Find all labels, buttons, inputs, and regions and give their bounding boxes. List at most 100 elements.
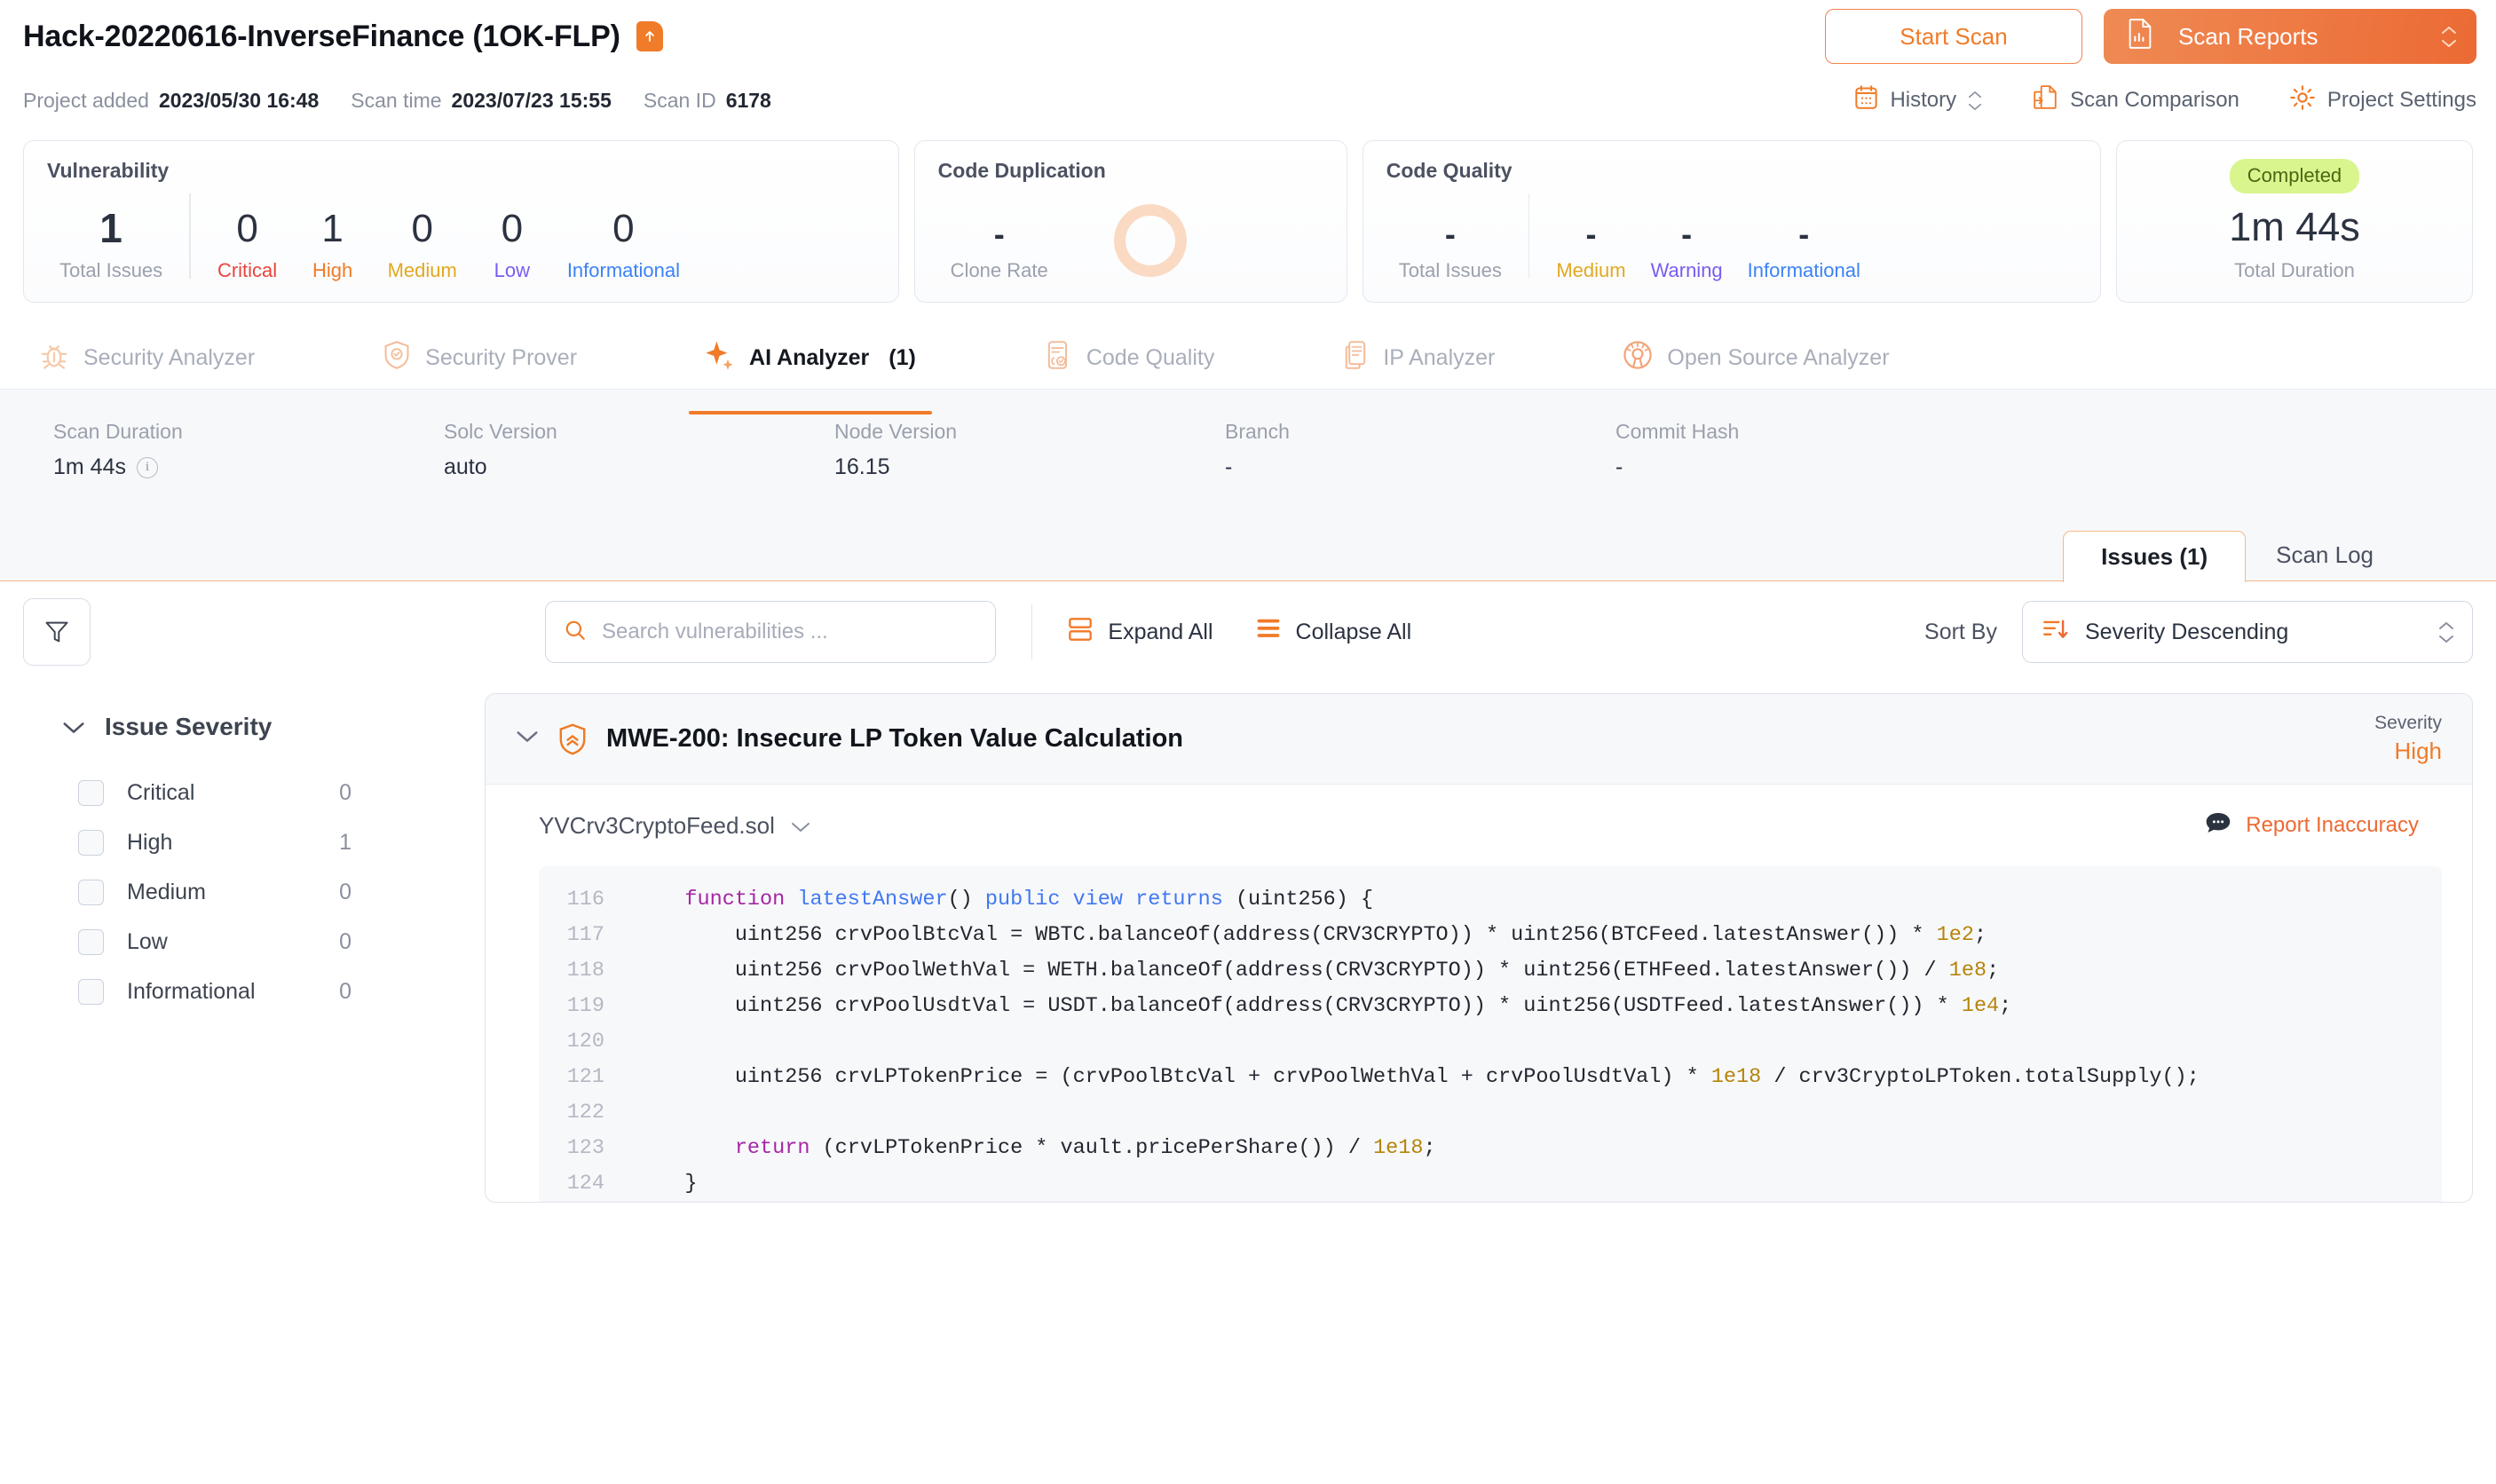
line-number: 116 xyxy=(566,888,604,912)
cq-medium-stat: - Medium xyxy=(1544,216,1638,282)
issues-tab-bar: Issues (1) Scan Log xyxy=(0,510,2496,582)
line-number: 122 xyxy=(566,1101,604,1125)
clone-rate-donut xyxy=(1113,204,1187,277)
scan-comparison-label: Scan Comparison xyxy=(2070,88,2239,112)
medium-label: Medium xyxy=(387,259,457,281)
tab-ip-analyzer[interactable]: IP Analyzer xyxy=(1326,328,1511,390)
collapse-all-button[interactable]: Collapse All xyxy=(1256,617,1412,648)
history-link[interactable]: History xyxy=(1854,84,1982,116)
issues-toolbar: Expand All Collapse All Sort By Severity… xyxy=(0,581,2496,679)
code-text: return (crvLPTokenPrice * vault.pricePer… xyxy=(734,1136,1436,1160)
high-checkbox[interactable] xyxy=(78,829,104,856)
issue-severity-section-header[interactable]: Issue Severity xyxy=(62,713,485,741)
filter-row-low[interactable]: Low 0 xyxy=(62,917,485,967)
low-filter-label: Low xyxy=(127,928,168,954)
chevron-updown-icon[interactable] xyxy=(1968,91,1982,111)
filter-funnel-icon[interactable] xyxy=(23,598,91,666)
collapse-all-label: Collapse All xyxy=(1295,619,1412,644)
informational-checkbox[interactable] xyxy=(78,978,104,1005)
collapse-all-icon xyxy=(1256,617,1281,648)
info-icon[interactable]: i xyxy=(136,456,158,478)
tab-label: IP Analyzer xyxy=(1383,345,1496,370)
line-number: 117 xyxy=(566,923,604,947)
history-label: History xyxy=(1890,88,1957,112)
expand-all-icon xyxy=(1068,617,1093,648)
project-settings-link[interactable]: Project Settings xyxy=(2289,84,2476,117)
sort-by-select[interactable]: Severity Descending xyxy=(2022,601,2473,663)
search-vulnerabilities-box[interactable] xyxy=(545,601,996,663)
code-line: 121 uint256 crvLPTokenPrice = (crvPoolBt… xyxy=(539,1060,2442,1095)
clone-rate-label: Clone Rate xyxy=(950,259,1048,281)
card-title: Vulnerability xyxy=(47,159,170,182)
code-quality-card: Code Quality - Total Issues - Medium - W… xyxy=(1362,140,2101,303)
report-inaccuracy-button[interactable]: Report Inaccuracy xyxy=(2205,811,2419,841)
issue-severity-label: Severity xyxy=(2374,713,2442,733)
medium-checkbox[interactable] xyxy=(78,879,104,905)
scan-duration-item: Scan Duration 1m 44s i xyxy=(53,420,444,480)
tab-scan-log[interactable]: Scan Log xyxy=(2246,529,2404,580)
code-text: uint256 crvPoolWethVal = WETH.balanceOf(… xyxy=(635,959,2000,983)
filter-row-medium[interactable]: Medium 0 xyxy=(62,867,485,917)
sort-descending-icon xyxy=(2042,617,2069,648)
scan-time-label: Scan time xyxy=(351,88,442,112)
status-badge: Completed xyxy=(2229,159,2360,193)
medium-value: 0 xyxy=(411,207,433,251)
speech-bubble-icon xyxy=(2205,811,2231,841)
tab-security-prover[interactable]: Security Prover xyxy=(367,328,593,390)
start-scan-button[interactable]: Start Scan xyxy=(1825,9,2082,64)
file-name-label: YVCrv3CryptoFeed.sol xyxy=(539,811,775,839)
high-filter-count: 1 xyxy=(339,829,351,855)
cq-informational-stat: - Informational xyxy=(1735,216,1873,282)
filter-row-high[interactable]: High 1 xyxy=(62,817,485,867)
filter-sidebar: Issue Severity Critical 0 High 1 Medium … xyxy=(23,679,485,1203)
medium-filter-label: Medium xyxy=(127,879,206,904)
expand-all-button[interactable]: Expand All xyxy=(1068,617,1213,648)
node-version-label: Node Version xyxy=(834,420,958,443)
tab-label: Security Analyzer xyxy=(83,345,256,370)
code-line: 123 return (crvLPTokenPrice * vault.pric… xyxy=(539,1131,2442,1166)
filter-row-informational[interactable]: Informational 0 xyxy=(62,967,485,1016)
filter-row-critical[interactable]: Critical 0 xyxy=(62,768,485,817)
meta-row: Project added 2023/05/30 16:48 Scan time… xyxy=(0,73,2496,128)
node-version-value: 16.15 xyxy=(834,454,890,479)
search-input[interactable] xyxy=(602,620,977,644)
informational-label: Informational xyxy=(566,259,680,281)
code-text: uint256 crvLPTokenPrice = (crvPoolBtcVal… xyxy=(635,1065,2200,1089)
tab-code-quality[interactable]: Code Quality xyxy=(1028,328,1231,390)
low-stat: 0 Low xyxy=(470,207,555,282)
top-bar: Hack-20220616-InverseFinance (1OK-FLP) S… xyxy=(0,0,2496,73)
chevron-updown-icon[interactable] xyxy=(2438,621,2454,643)
tab-ai-analyzer[interactable]: AI Analyzer (1) xyxy=(689,328,932,414)
issue-severity: Severity High xyxy=(2374,713,2442,765)
sort-by-value: Severity Descending xyxy=(2085,619,2289,644)
code-line: 118 uint256 crvPoolWethVal = WETH.balanc… xyxy=(539,953,2442,989)
critical-label: Critical xyxy=(217,259,278,281)
tab-security-analyzer[interactable]: Security Analyzer xyxy=(23,328,271,390)
scan-comparison-link[interactable]: Scan Comparison xyxy=(2032,84,2239,117)
cq-medium-value: - xyxy=(1585,215,1597,252)
informational-filter-label: Informational xyxy=(127,978,256,1004)
total-issues-value: 1 xyxy=(99,205,122,252)
sort-by-label: Sort By xyxy=(1924,619,1997,644)
clone-rate-value: - xyxy=(993,215,1005,252)
scan-reports-button[interactable]: Scan Reports xyxy=(2104,9,2476,64)
informational-stat: 0 Informational xyxy=(555,207,692,282)
critical-checkbox[interactable] xyxy=(78,779,104,806)
high-stat: 1 High xyxy=(290,207,375,282)
chevron-updown-icon[interactable] xyxy=(2441,26,2457,48)
low-checkbox[interactable] xyxy=(78,928,104,955)
clone-rate-stat: - Clone Rate xyxy=(938,216,1061,282)
cq-medium-label: Medium xyxy=(1556,259,1626,281)
scan-duration-value: 1m 44s i xyxy=(53,454,444,480)
report-document-icon xyxy=(2127,18,2153,55)
page-title: Hack-20220616-InverseFinance (1OK-FLP) xyxy=(23,19,620,53)
issue-card-header[interactable]: MWE-200: Insecure LP Token Value Calcula… xyxy=(486,694,2472,785)
upload-file-icon[interactable] xyxy=(636,21,663,51)
tab-issues[interactable]: Issues (1) xyxy=(2063,530,2247,582)
file-selector[interactable]: YVCrv3CryptoFeed.sol xyxy=(539,812,810,840)
main-content: Issue Severity Critical 0 High 1 Medium … xyxy=(0,679,2496,1203)
chevron-down-icon[interactable] xyxy=(516,730,539,748)
code-line: 124 } xyxy=(539,1166,2442,1202)
tab-open-source-analyzer[interactable]: Open Source Analyzer xyxy=(1607,328,1905,390)
informational-value: 0 xyxy=(612,207,635,251)
